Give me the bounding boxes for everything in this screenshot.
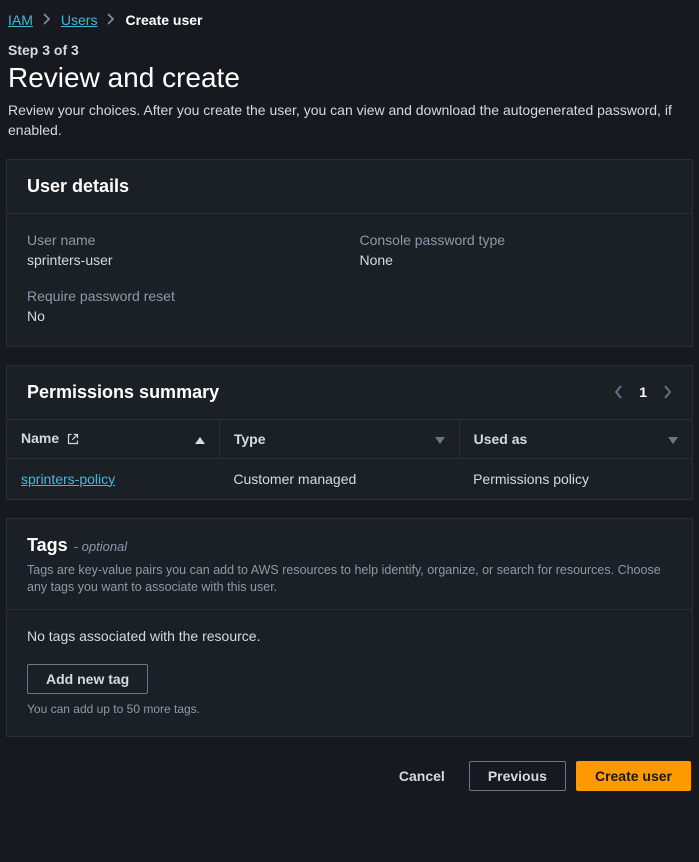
detail-password-type: Console password type None <box>360 232 673 268</box>
pager-prev-icon[interactable] <box>614 385 623 399</box>
detail-value: sprinters-user <box>27 252 340 268</box>
breadcrumb-iam[interactable]: IAM <box>8 12 33 28</box>
col-label: Used as <box>474 431 528 447</box>
footer-actions: Cancel Previous Create user <box>6 755 693 791</box>
tags-optional: - optional <box>74 539 127 554</box>
pager: 1 <box>614 384 672 400</box>
policy-link[interactable]: sprinters-policy <box>21 471 115 487</box>
chevron-right-icon <box>43 13 51 28</box>
chevron-right-icon <box>107 13 115 28</box>
detail-label: Console password type <box>360 232 673 248</box>
cancel-button[interactable]: Cancel <box>385 761 459 791</box>
sort-none-icon <box>668 431 678 447</box>
detail-value: No <box>27 308 340 324</box>
tags-panel: Tags - optional Tags are key-value pairs… <box>6 518 693 737</box>
tags-hint: You can add up to 50 more tags. <box>27 702 672 716</box>
tags-description: Tags are key-value pairs you can add to … <box>27 562 672 597</box>
panel-header: Tags - optional Tags are key-value pairs… <box>7 519 692 609</box>
pager-next-icon[interactable] <box>663 385 672 399</box>
user-details-panel: User details User name sprinters-user Co… <box>6 159 693 347</box>
sort-none-icon <box>435 431 445 447</box>
col-used-as[interactable]: Used as <box>459 419 692 458</box>
col-label: Type <box>234 431 266 447</box>
external-link-icon <box>67 432 79 448</box>
cell-type: Customer managed <box>219 458 459 499</box>
permissions-table: Name Type <box>7 419 692 499</box>
sort-asc-icon <box>195 431 205 447</box>
pager-page: 1 <box>639 384 647 400</box>
detail-require-reset: Require password reset No <box>27 288 340 324</box>
panel-header: Permissions summary 1 <box>7 366 692 419</box>
col-name[interactable]: Name <box>7 419 219 458</box>
cell-used-as: Permissions policy <box>459 458 692 499</box>
detail-label: User name <box>27 232 340 248</box>
col-type[interactable]: Type <box>219 419 459 458</box>
col-label: Name <box>21 430 59 446</box>
table-row: sprinters-policy Customer managed Permis… <box>7 458 692 499</box>
step-indicator: Step 3 of 3 <box>6 42 693 58</box>
permissions-heading: Permissions summary <box>27 382 219 403</box>
breadcrumb-users[interactable]: Users <box>61 12 98 28</box>
add-tag-button[interactable]: Add new tag <box>27 664 148 694</box>
panel-header: User details <box>7 160 692 214</box>
tags-heading: Tags <box>27 535 68 556</box>
detail-label: Require password reset <box>27 288 340 304</box>
detail-username: User name sprinters-user <box>27 232 340 268</box>
page-title: Review and create <box>6 62 693 94</box>
permissions-panel: Permissions summary 1 Name <box>6 365 693 500</box>
detail-value: None <box>360 252 673 268</box>
create-user-button[interactable]: Create user <box>576 761 691 791</box>
user-details-heading: User details <box>27 176 672 197</box>
breadcrumb: IAM Users Create user <box>6 8 693 42</box>
previous-button[interactable]: Previous <box>469 761 566 791</box>
page-description: Review your choices. After you create th… <box>6 100 693 141</box>
tags-empty-text: No tags associated with the resource. <box>27 628 672 644</box>
breadcrumb-current: Create user <box>125 12 202 28</box>
